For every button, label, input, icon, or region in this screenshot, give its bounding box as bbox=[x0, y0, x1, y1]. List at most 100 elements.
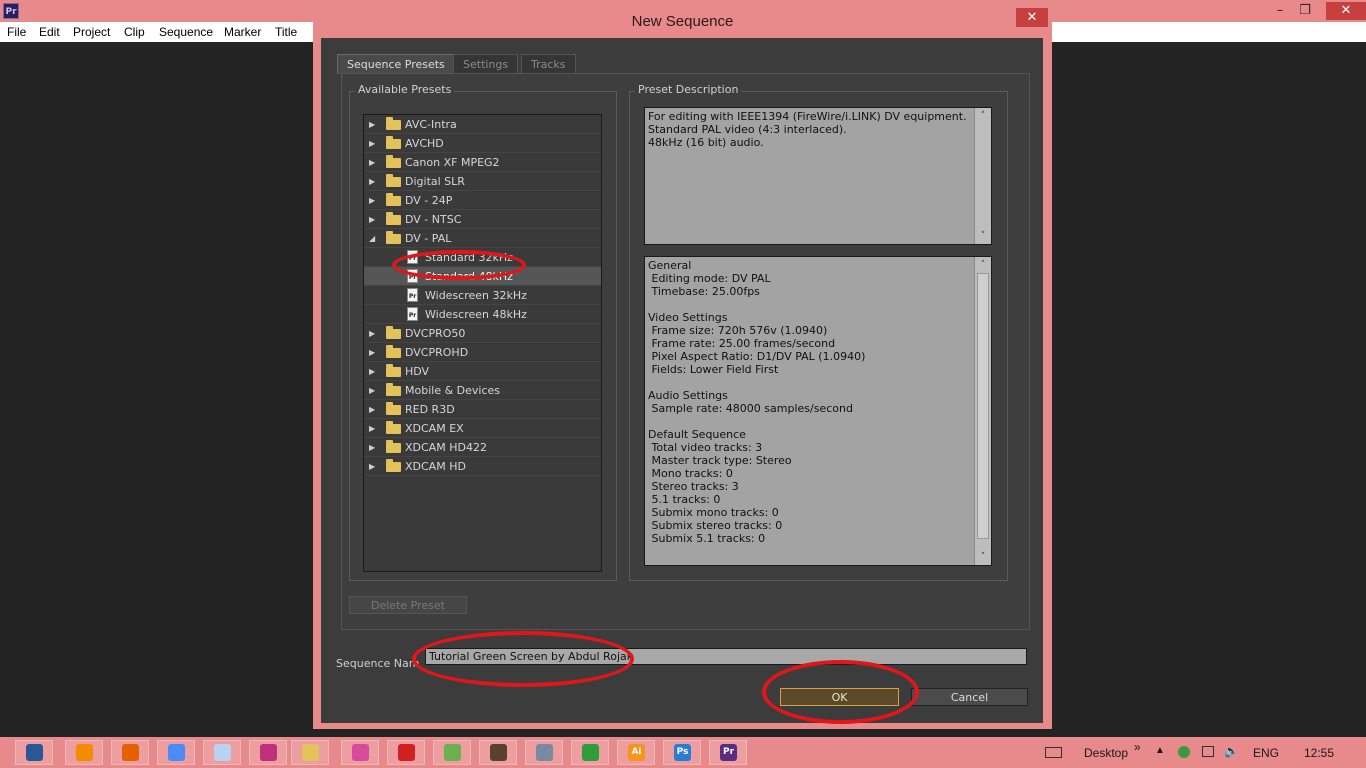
collapsed-triangle-icon[interactable]: ▶ bbox=[369, 343, 375, 362]
preset-folder-row[interactable]: ▶ RED R3D bbox=[364, 400, 601, 419]
taskbar-button[interactable] bbox=[111, 740, 149, 765]
description-line: Audio Settings bbox=[648, 389, 728, 402]
collapsed-triangle-icon[interactable]: ▶ bbox=[369, 438, 375, 457]
preset-folder-row[interactable]: ▶ XDCAM EX bbox=[364, 419, 601, 438]
scroll-down-icon[interactable]: ˅ bbox=[975, 550, 991, 564]
taskbar-button[interactable] bbox=[387, 740, 425, 765]
taskbar-button[interactable]: Pr bbox=[709, 740, 747, 765]
preset-item-row[interactable]: Pr Standard 48kHz bbox=[364, 267, 601, 286]
collapsed-triangle-icon[interactable]: ▶ bbox=[369, 400, 375, 419]
preset-folder-row[interactable]: ◢ DV - PAL bbox=[364, 229, 601, 248]
folder-icon bbox=[386, 193, 401, 206]
scroll-down-icon[interactable]: ˅ bbox=[975, 229, 991, 243]
collapsed-triangle-icon[interactable]: ▶ bbox=[369, 115, 375, 134]
dialog-close-button[interactable]: ✕ bbox=[1016, 8, 1048, 27]
preset-folder-row[interactable]: ▶ DV - 24P bbox=[364, 191, 601, 210]
preset-item-row[interactable]: Pr Widescreen 32kHz bbox=[364, 286, 601, 305]
description-line: Submix stereo tracks: 0 bbox=[648, 519, 783, 532]
tab-sequence-presets[interactable]: Sequence Presets bbox=[337, 54, 455, 74]
preset-label: Widescreen 32kHz bbox=[425, 289, 527, 302]
tab-settings[interactable]: Settings bbox=[453, 54, 519, 74]
language-indicator[interactable]: ENG bbox=[1253, 746, 1279, 760]
show-hidden-icons-icon[interactable]: ▲ bbox=[1155, 745, 1165, 756]
action-center-icon[interactable] bbox=[1202, 746, 1214, 757]
cancel-button[interactable]: Cancel bbox=[911, 688, 1028, 706]
preset-item-row[interactable]: Pr Standard 32kHz bbox=[364, 248, 601, 267]
folder-icon bbox=[386, 155, 401, 168]
preset-folder-row[interactable]: ▶ XDCAM HD422 bbox=[364, 438, 601, 457]
collapsed-triangle-icon[interactable]: ▶ bbox=[369, 153, 375, 172]
preset-folder-row[interactable]: ▶ AVCHD bbox=[364, 134, 601, 153]
taskbar-button[interactable] bbox=[433, 740, 471, 765]
torrent-icon bbox=[444, 744, 461, 761]
collapsed-triangle-icon[interactable]: ▶ bbox=[369, 134, 375, 153]
restore-icon[interactable]: ❐ bbox=[1292, 2, 1318, 20]
delete-preset-button[interactable]: Delete Preset bbox=[349, 596, 467, 614]
collapsed-triangle-icon[interactable]: ▶ bbox=[369, 419, 375, 438]
keyboard-icon[interactable] bbox=[1045, 747, 1062, 758]
menu-title[interactable]: Title bbox=[275, 25, 297, 39]
taskbar-button[interactable] bbox=[525, 740, 563, 765]
taskbar-button[interactable] bbox=[571, 740, 609, 765]
taskbar-button[interactable]: Ai bbox=[617, 740, 655, 765]
preset-folder-row[interactable]: ▶ AVC-Intra bbox=[364, 115, 601, 134]
collapsed-triangle-icon[interactable]: ▶ bbox=[369, 172, 375, 191]
collapsed-triangle-icon[interactable]: ▶ bbox=[369, 457, 375, 476]
description-line: 5.1 tracks: 0 bbox=[648, 493, 721, 506]
collapsed-triangle-icon[interactable]: ▶ bbox=[369, 362, 375, 381]
description-line: Standard PAL video (4:3 interlaced). bbox=[648, 123, 847, 136]
tab-tracks[interactable]: Tracks bbox=[521, 54, 576, 74]
preset-folder-row[interactable]: ▶ DVCPRO50 bbox=[364, 324, 601, 343]
collapsed-triangle-icon[interactable]: ▶ bbox=[369, 210, 375, 229]
menu-sequence[interactable]: Sequence bbox=[159, 25, 213, 39]
preset-label: DV - 24P bbox=[405, 194, 453, 207]
collapsed-triangle-icon[interactable]: ▶ bbox=[369, 324, 375, 343]
taskbar-button[interactable] bbox=[341, 740, 379, 765]
chevron-icon[interactable]: » bbox=[1134, 740, 1141, 754]
preset-folder-row[interactable]: ▶ HDV bbox=[364, 362, 601, 381]
preset-description-group: Preset Description For editing with IEEE… bbox=[629, 83, 1008, 581]
app-close-button[interactable]: ✕ bbox=[1326, 2, 1366, 20]
details-scrollbar[interactable]: ˄ ˅ bbox=[974, 257, 991, 565]
taskbar-button[interactable] bbox=[65, 740, 103, 765]
volume-icon[interactable]: 🔈 bbox=[1224, 744, 1239, 758]
scroll-up-icon[interactable]: ˄ bbox=[975, 109, 991, 123]
preset-folder-row[interactable]: ▶ DV - NTSC bbox=[364, 210, 601, 229]
taskbar-button[interactable] bbox=[249, 740, 287, 765]
preset-file-icon: Pr bbox=[407, 288, 418, 302]
preset-label: RED R3D bbox=[405, 403, 455, 416]
preset-label: DV - PAL bbox=[405, 232, 452, 245]
notepad-icon bbox=[214, 744, 231, 761]
ok-button[interactable]: OK bbox=[780, 688, 899, 706]
description-line bbox=[648, 376, 865, 389]
taskbar-button[interactable] bbox=[157, 740, 195, 765]
taskbar-button[interactable] bbox=[15, 740, 53, 765]
preset-item-row[interactable]: Pr Widescreen 48kHz bbox=[364, 305, 601, 324]
scroll-up-icon[interactable]: ˄ bbox=[975, 258, 991, 272]
desktop-toolbar-label[interactable]: Desktop bbox=[1084, 746, 1128, 760]
network-status-icon[interactable] bbox=[1178, 746, 1190, 758]
menu-clip[interactable]: Clip bbox=[124, 25, 145, 39]
preset-folder-row[interactable]: ▶ DVCPROHD bbox=[364, 343, 601, 362]
menu-marker[interactable]: Marker bbox=[224, 25, 261, 39]
menu-file[interactable]: File bbox=[7, 25, 26, 39]
clock[interactable]: 12:55 bbox=[1304, 746, 1334, 760]
menu-project[interactable]: Project bbox=[73, 25, 110, 39]
taskbar-button[interactable]: Ps bbox=[663, 740, 701, 765]
expanded-triangle-icon[interactable]: ◢ bbox=[369, 229, 375, 248]
preset-folder-row[interactable]: ▶ Canon XF MPEG2 bbox=[364, 153, 601, 172]
preset-folder-row[interactable]: ▶ Digital SLR bbox=[364, 172, 601, 191]
preset-tree[interactable]: ▶ AVC-Intra ▶ AVCHD ▶ Canon XF MPEG2 ▶ Digital … bbox=[363, 114, 602, 572]
collapsed-triangle-icon[interactable]: ▶ bbox=[369, 191, 375, 210]
taskbar-button[interactable] bbox=[203, 740, 241, 765]
preset-folder-row[interactable]: ▶ Mobile & Devices bbox=[364, 381, 601, 400]
scroll-thumb[interactable] bbox=[977, 273, 989, 539]
menu-edit[interactable]: Edit bbox=[39, 25, 60, 39]
description-scrollbar[interactable]: ˄ ˅ bbox=[974, 108, 991, 244]
taskbar-button[interactable] bbox=[479, 740, 517, 765]
taskbar-button[interactable] bbox=[291, 740, 329, 765]
sequence-name-input[interactable] bbox=[425, 648, 1027, 665]
minimize-icon[interactable]: – bbox=[1267, 2, 1293, 20]
collapsed-triangle-icon[interactable]: ▶ bbox=[369, 381, 375, 400]
preset-folder-row[interactable]: ▶ XDCAM HD bbox=[364, 457, 601, 476]
